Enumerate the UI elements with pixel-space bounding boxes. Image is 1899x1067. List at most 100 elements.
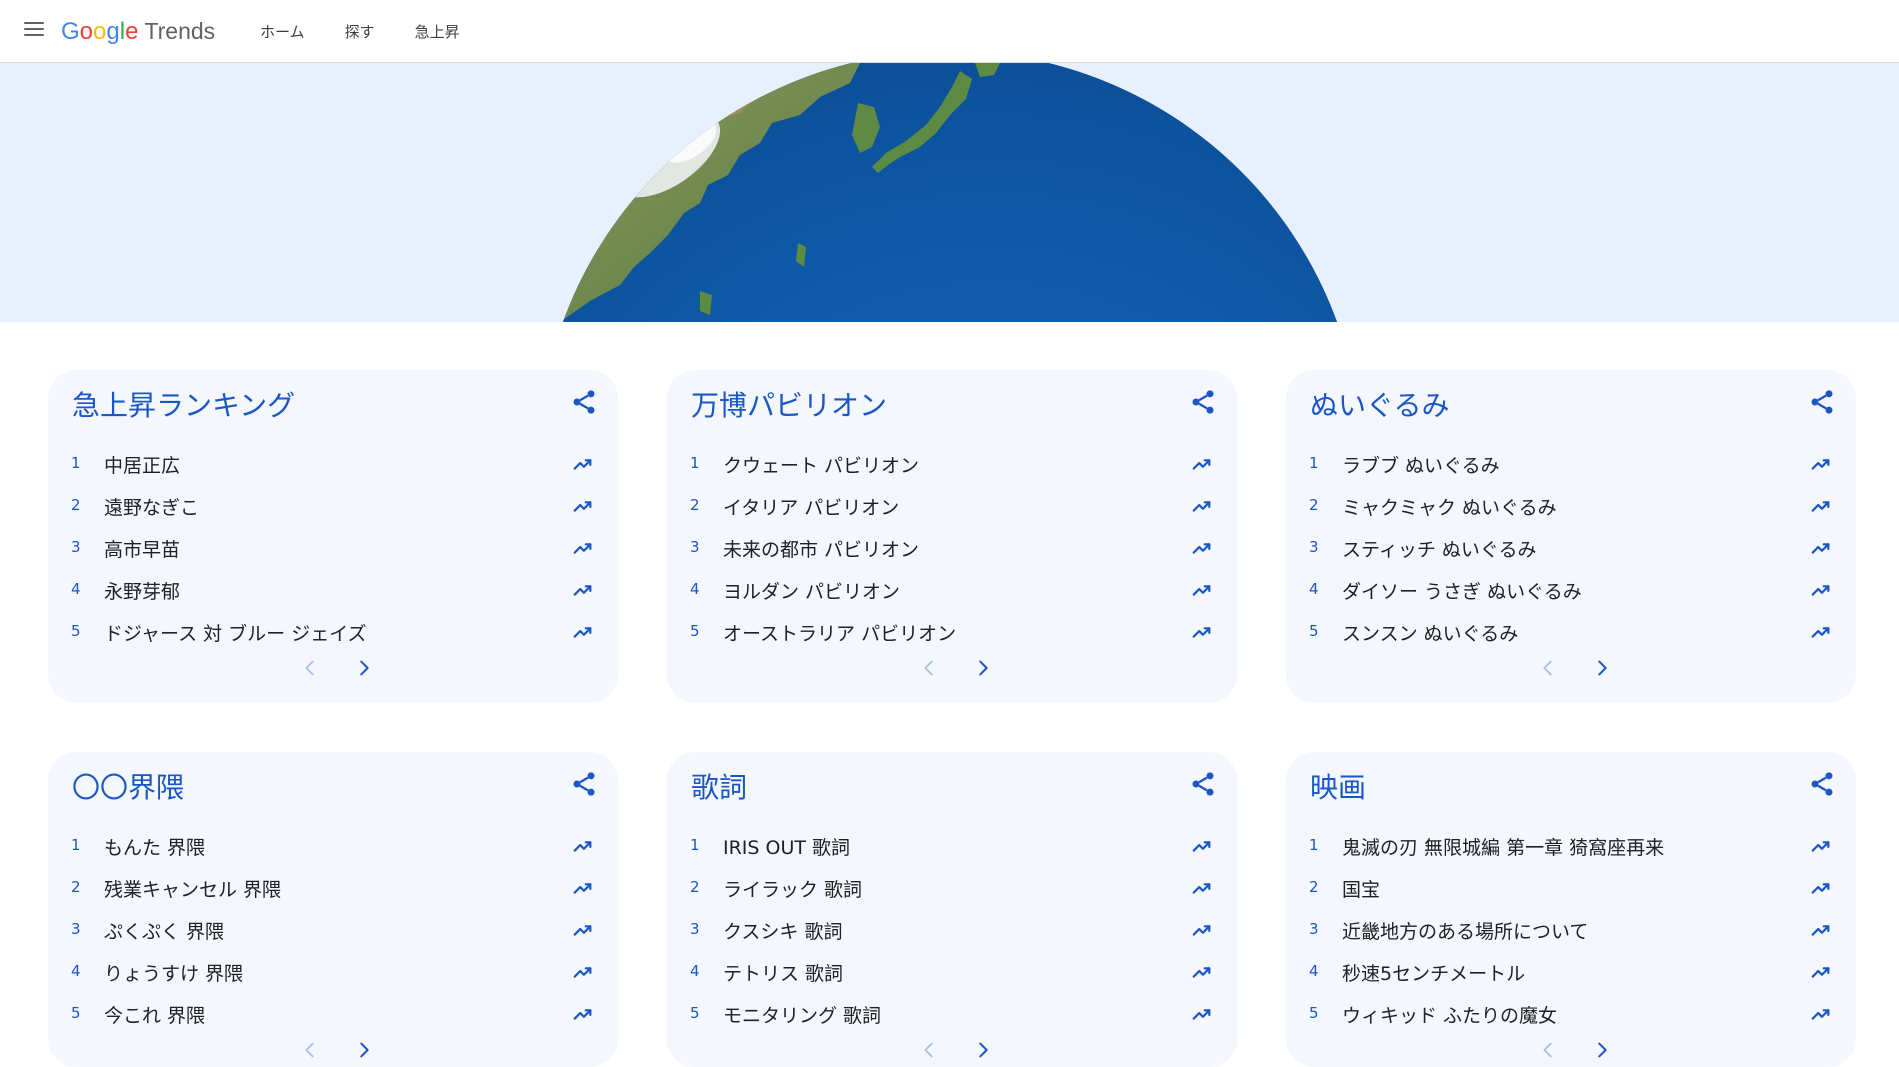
share-icon[interactable] (1189, 770, 1217, 798)
search-term[interactable]: クスシキ 歌詞 (723, 917, 842, 944)
list-item[interactable]: 4 秒速5センチメートル (1286, 951, 1856, 993)
rank-number: 4 (71, 962, 81, 980)
search-term[interactable]: 秒速5センチメートル (1342, 959, 1525, 986)
list-item[interactable]: 1 もんた 界隈 (48, 825, 618, 867)
search-term[interactable]: 近畿地方のある場所について (1342, 917, 1588, 944)
search-term[interactable]: ダイソー うさぎ ぬいぐるみ (1342, 577, 1582, 604)
google-trends-logo[interactable]: Google Trends (61, 15, 215, 49)
search-term[interactable]: 国宝 (1342, 875, 1380, 902)
list-item[interactable]: 1 IRIS OUT 歌詞 (667, 825, 1237, 867)
search-term[interactable]: ぷくぷく 界隈 (104, 917, 224, 944)
search-term[interactable]: モニタリング 歌詞 (723, 1001, 881, 1028)
list-item[interactable]: 5 今これ 界隈 (48, 993, 618, 1035)
list-item[interactable]: 1 中居正広 (48, 443, 618, 485)
search-term[interactable]: ヨルダン パビリオン (723, 577, 900, 604)
search-term[interactable]: オーストラリア パビリオン (723, 619, 956, 646)
chevron-right-icon[interactable] (353, 655, 375, 681)
pagination (667, 655, 1237, 685)
list-item[interactable]: 4 永野芽郁 (48, 569, 618, 611)
trending-up-icon (572, 961, 594, 983)
list-item[interactable]: 1 鬼滅の刃 無限城編 第一章 猗窩座再来 (1286, 825, 1856, 867)
search-term[interactable]: イタリア パビリオン (723, 493, 899, 520)
rank-number: 4 (1309, 580, 1319, 598)
search-term[interactable]: 残業キャンセル 界隈 (104, 875, 281, 902)
search-term[interactable]: ドジャース 対 ブルー ジェイズ (104, 619, 367, 646)
list-item[interactable]: 5 スンスン ぬいぐるみ (1286, 611, 1856, 653)
search-term[interactable]: 遠野なぎこ (104, 493, 199, 520)
list-item[interactable]: 4 ダイソー うさぎ ぬいぐるみ (1286, 569, 1856, 611)
list-item[interactable]: 4 りょうすけ 界隈 (48, 951, 618, 993)
chevron-right-icon[interactable] (972, 655, 994, 681)
trending-up-icon (572, 1003, 594, 1025)
trending-up-icon (1191, 877, 1213, 899)
search-term[interactable]: 高市早苗 (104, 535, 180, 562)
chevron-left-icon[interactable] (918, 655, 940, 681)
nav-trending[interactable]: 急上昇 (395, 21, 480, 42)
search-term[interactable]: 中居正広 (104, 451, 180, 478)
search-term[interactable]: ミャクミャク ぬいぐるみ (1342, 493, 1557, 520)
trend-card: 歌詞 1 IRIS OUT 歌詞 2 ライラック 歌詞 3 クスシキ 歌詞 4 テトリス 歌詞 5… (667, 752, 1237, 1067)
search-term[interactable]: りょうすけ 界隈 (104, 959, 243, 986)
chevron-left-icon[interactable] (918, 1037, 940, 1063)
share-icon[interactable] (1189, 388, 1217, 416)
share-icon[interactable] (570, 388, 598, 416)
list-item[interactable]: 5 モニタリング 歌詞 (667, 993, 1237, 1035)
list-item[interactable]: 4 ヨルダン パビリオン (667, 569, 1237, 611)
list-item[interactable]: 3 高市早苗 (48, 527, 618, 569)
list-item[interactable]: 2 ミャクミャク ぬいぐるみ (1286, 485, 1856, 527)
list-item[interactable]: 4 テトリス 歌詞 (667, 951, 1237, 993)
search-term[interactable]: 永野芽郁 (104, 577, 180, 604)
hero-banner (0, 63, 1899, 322)
search-term[interactable]: クウェート パビリオン (723, 451, 919, 478)
list-item[interactable]: 1 ラブブ ぬいぐるみ (1286, 443, 1856, 485)
list-item[interactable]: 3 クスシキ 歌詞 (667, 909, 1237, 951)
list-item[interactable]: 3 スティッチ ぬいぐるみ (1286, 527, 1856, 569)
search-term[interactable]: ラブブ ぬいぐるみ (1342, 451, 1500, 478)
list-item[interactable]: 2 イタリア パビリオン (667, 485, 1237, 527)
chevron-right-icon[interactable] (1591, 1037, 1613, 1063)
list-item[interactable]: 3 未来の都市 パビリオン (667, 527, 1237, 569)
trending-up-icon (1810, 961, 1832, 983)
chevron-right-icon[interactable] (1591, 655, 1613, 681)
search-term[interactable]: テトリス 歌詞 (723, 959, 843, 986)
search-term[interactable]: 鬼滅の刃 無限城編 第一章 猗窩座再来 (1342, 833, 1664, 860)
search-term[interactable]: スンスン ぬいぐるみ (1342, 619, 1518, 646)
rank-number: 2 (690, 496, 700, 514)
trending-up-icon (1810, 453, 1832, 475)
list-item[interactable]: 2 遠野なぎこ (48, 485, 618, 527)
search-term[interactable]: もんた 界隈 (104, 833, 205, 860)
search-term[interactable]: ライラック 歌詞 (723, 875, 862, 902)
list-item[interactable]: 1 クウェート パビリオン (667, 443, 1237, 485)
rank-number: 1 (71, 454, 81, 472)
chevron-left-icon[interactable] (299, 655, 321, 681)
list-item[interactable]: 2 国宝 (1286, 867, 1856, 909)
chevron-left-icon[interactable] (299, 1037, 321, 1063)
chevron-left-icon[interactable] (1537, 1037, 1559, 1063)
list-item[interactable]: 2 残業キャンセル 界隈 (48, 867, 618, 909)
share-icon[interactable] (570, 770, 598, 798)
card-title: 〇〇界隈 (72, 771, 185, 804)
nav-explore[interactable]: 探す (325, 21, 395, 42)
nav-home[interactable]: ホーム (240, 21, 325, 42)
list-item[interactable]: 3 ぷくぷく 界隈 (48, 909, 618, 951)
rank-number: 3 (690, 538, 700, 556)
chevron-right-icon[interactable] (972, 1037, 994, 1063)
trend-card: 〇〇界隈 1 もんた 界隈 2 残業キャンセル 界隈 3 ぷくぷく 界隈 4 りょうすけ 界隈 5… (48, 752, 618, 1067)
rank-number: 3 (1309, 538, 1319, 556)
list-item[interactable]: 2 ライラック 歌詞 (667, 867, 1237, 909)
search-term[interactable]: IRIS OUT 歌詞 (723, 833, 850, 860)
menu-icon[interactable] (24, 22, 44, 38)
main-nav: ホーム 探す 急上昇 (240, 0, 480, 63)
search-term[interactable]: ウィキッド ふたりの魔女 (1342, 1001, 1557, 1028)
share-icon[interactable] (1808, 770, 1836, 798)
search-term[interactable]: 今これ 界隈 (104, 1001, 205, 1028)
list-item[interactable]: 5 ウィキッド ふたりの魔女 (1286, 993, 1856, 1035)
chevron-left-icon[interactable] (1537, 655, 1559, 681)
search-term[interactable]: 未来の都市 パビリオン (723, 535, 919, 562)
list-item[interactable]: 5 ドジャース 対 ブルー ジェイズ (48, 611, 618, 653)
search-term[interactable]: スティッチ ぬいぐるみ (1342, 535, 1537, 562)
list-item[interactable]: 3 近畿地方のある場所について (1286, 909, 1856, 951)
share-icon[interactable] (1808, 388, 1836, 416)
list-item[interactable]: 5 オーストラリア パビリオン (667, 611, 1237, 653)
chevron-right-icon[interactable] (353, 1037, 375, 1063)
